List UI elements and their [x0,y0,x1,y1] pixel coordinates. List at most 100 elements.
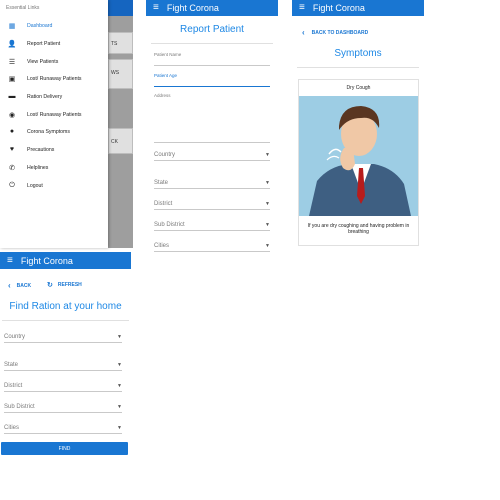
symptom-card: Dry Cough If you are dry coughing and ha… [298,79,419,246]
behind-label-2: WS [111,70,120,76]
drawer-item-label: View Patients [27,58,59,65]
back-to-dashboard-link[interactable]: ‹ BACK TO DASHBOARD [302,28,368,37]
patient-age-label: Patient Age [154,73,178,78]
drawer-screen: TS WS CK Essential Links ▦ Dashboard 👤 R… [0,0,133,248]
country-label: Country [154,152,176,158]
drawer-item-label: Precautions [27,146,55,153]
title-divider [2,320,129,321]
find-button-label: FIND [58,445,71,452]
app-title: Fight Corona [20,255,73,266]
navigation-drawer: Essential Links ▦ Dashboard 👤 Report Pat… [0,0,108,248]
drawer-item-label: Logout [27,182,43,189]
chevron-left-icon: ‹ [8,281,11,290]
drawer-item-precautions[interactable]: ♥ Precautions [0,143,105,156]
drawer-item-report-patient[interactable]: 👤 Report Patient [0,37,105,50]
sub-district-label: Sub District [4,404,35,410]
phone-icon: ✆ [9,164,15,172]
country-select[interactable]: Country ▼ [154,147,270,161]
person-add-icon: 👤 [7,40,17,48]
cities-label: Cities [154,243,170,249]
page-title: Report Patient [180,24,244,35]
find-button[interactable]: FIND [1,442,128,455]
back-link[interactable]: ‹ BACK [8,281,31,290]
truck-icon: ▬ [8,93,16,100]
behind-label-3: CK [111,139,118,145]
sub-district-select[interactable]: Sub District ▼ [154,217,270,231]
app-bar: ≡ Fight Corona [0,252,131,269]
power-icon: ⏻ [9,181,15,189]
address-label: Address [154,93,171,98]
back-to-dashboard-label: BACK TO DASHBOARD [311,29,369,36]
chevron-down-icon: ▼ [265,222,270,228]
alert-icon: ● [9,128,15,135]
state-select[interactable]: State ▼ [154,175,270,189]
app-title: Fight Corona [312,3,365,13]
chevron-down-icon: ▼ [117,425,122,431]
drawer-item-dashboard[interactable]: ▦ Dashboard [0,19,105,32]
drawer-header: Essential Links [6,5,40,11]
app-title: Fight Corona [166,3,219,13]
drawer-item-label: Lost/ Runaway Patients [27,111,82,118]
drawer-item-corona-symptoms[interactable]: ● Corona Symptoms [0,125,105,138]
sub-district-select[interactable]: Sub District ▼ [4,399,122,413]
chevron-down-icon: ▼ [117,383,122,389]
drawer-item-label: Lost/ Runaway Patients [27,75,82,82]
refresh-icon: ↻ [47,282,53,289]
assignment-ind-icon: ▣ [8,75,16,83]
refresh-link[interactable]: ↻ REFRESH [47,281,82,289]
chevron-down-icon: ▼ [265,243,270,249]
district-label: District [4,383,23,389]
drawer-item-ration-delivery[interactable]: ▬ Ration Delivery [0,90,105,103]
refresh-label: REFRESH [57,282,82,288]
district-select[interactable]: District ▼ [4,378,122,392]
state-label: State [154,180,169,186]
heart-icon: ♥ [9,146,15,153]
district-select[interactable]: District ▼ [154,196,270,210]
cities-select[interactable]: Cities ▼ [4,420,122,434]
cities-select[interactable]: Cities ▼ [154,238,270,252]
drawer-item-lost-runaway-patients[interactable]: ▣ Lost/ Runaway Patients [0,72,105,85]
app-bar: ≡ Fight Corona [292,0,424,16]
behind-label-1: TS [111,41,118,47]
title-divider [151,43,273,44]
report-patient-screen: ≡ Fight Corona Report Patient Patient Na… [146,0,278,262]
country-label: Country [4,334,26,340]
find-ration-screen: ≡ Fight Corona ‹ BACK ↻ REFRESH Find Rat… [0,252,131,462]
dashboard-icon: ▦ [8,22,16,30]
drawer-item-label: Dashboard [27,22,53,29]
address-field[interactable]: Address [154,93,270,143]
symptoms-screen: ≡ Fight Corona ‹ BACK TO DASHBOARD Sympt… [292,0,424,260]
drawer-item-label: Report Patient [27,40,61,47]
dry-cough-illustration [299,96,418,216]
chevron-down-icon: ▼ [117,362,122,368]
drawer-item-lost-runaway-patients-2[interactable]: ◉ Lost/ Runaway Patients [0,108,105,121]
drawer-item-label: Ration Delivery [27,93,63,100]
menu-icon[interactable]: ≡ [153,3,159,13]
patient-name-field[interactable]: Patient Name [154,52,270,66]
district-label: District [154,201,173,207]
symptom-card-text: If you are dry coughing and having probl… [307,223,410,236]
behind-card: WS [108,59,133,89]
menu-icon[interactable]: ≡ [299,3,305,13]
chevron-down-icon: ▼ [265,201,270,207]
menu-icon[interactable]: ≡ [7,255,13,266]
behind-card: TS [108,32,133,54]
chevron-down-icon: ▼ [265,180,270,186]
state-select[interactable]: State ▼ [4,357,122,371]
page-title: Symptoms [334,48,382,59]
drawer-item-helplines[interactable]: ✆ Helplines [0,161,105,174]
back-label: BACK [16,282,32,289]
patient-age-field[interactable]: Patient Age [154,73,270,87]
page-title: Find Ration at your home [9,301,122,312]
patient-name-label: Patient Name [154,52,182,57]
drawer-item-view-patients[interactable]: ☰ View Patients [0,55,105,68]
app-bar: ≡ Fight Corona [146,0,278,16]
cities-label: Cities [4,425,20,431]
drawer-item-label: Helplines [27,164,49,171]
behind-card: CK [108,128,133,154]
drawer-item-logout[interactable]: ⏻ Logout [0,179,105,192]
state-label: State [4,362,19,368]
country-select[interactable]: Country ▼ [4,329,122,343]
chevron-down-icon: ▼ [117,404,122,410]
list-icon: ☰ [8,58,16,66]
